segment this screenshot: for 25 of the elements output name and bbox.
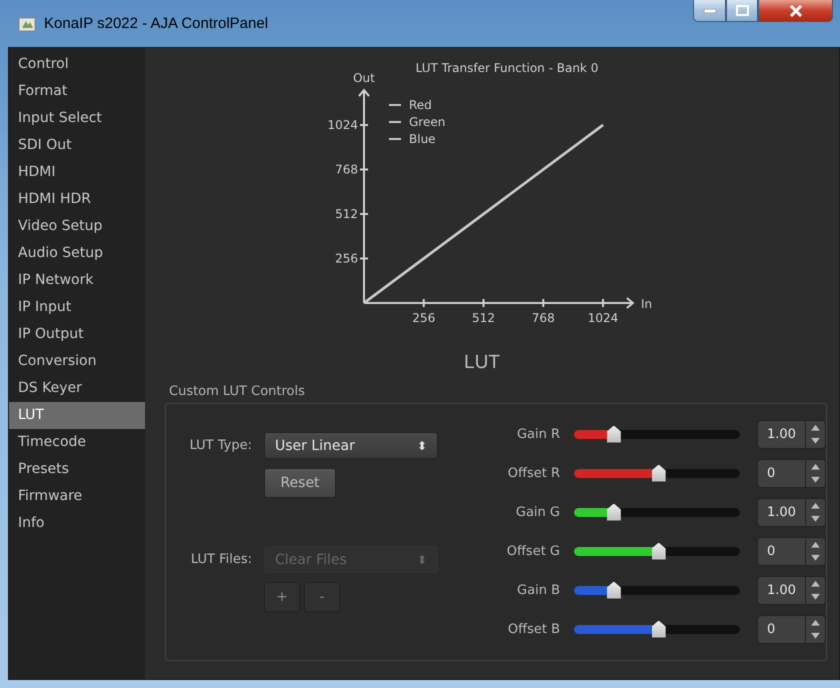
slider-label: Offset R — [506, 466, 560, 480]
group-title: Custom LUT Controls — [169, 384, 305, 399]
x-tick-label: 1024 — [588, 311, 618, 325]
x-tick-label: 512 — [472, 311, 495, 325]
slider-label: Offset B — [506, 622, 560, 636]
slider-label: Gain R — [516, 426, 560, 442]
y-tick-label: 768 — [335, 162, 358, 176]
window-title: KonaIP s2022 - AJA ControlPanel — [44, 15, 268, 32]
y-axis-label: Out — [353, 71, 375, 85]
field-label: LUT Files: — [190, 552, 253, 567]
x-tick-label: 768 — [532, 311, 555, 325]
y-tick-label: 512 — [335, 207, 358, 221]
slider-label: Offset G — [506, 544, 560, 558]
chart-title: LUT Transfer Function - Bank 0 — [416, 61, 598, 75]
x-tick-label: 256 — [412, 311, 436, 325]
field-label: LUT Type: — [188, 438, 253, 453]
section-title: LUT — [463, 352, 501, 374]
legend-label: Blue — [409, 132, 436, 146]
y-tick-label: 256 — [335, 252, 358, 266]
x-axis-label: In — [641, 297, 652, 311]
y-tick-label: 1024 — [327, 118, 358, 132]
slider-label: Gain B — [516, 582, 560, 598]
legend-label: Green — [409, 115, 446, 129]
slider-label: Gain G — [514, 504, 560, 520]
legend-label: Red — [409, 98, 432, 112]
